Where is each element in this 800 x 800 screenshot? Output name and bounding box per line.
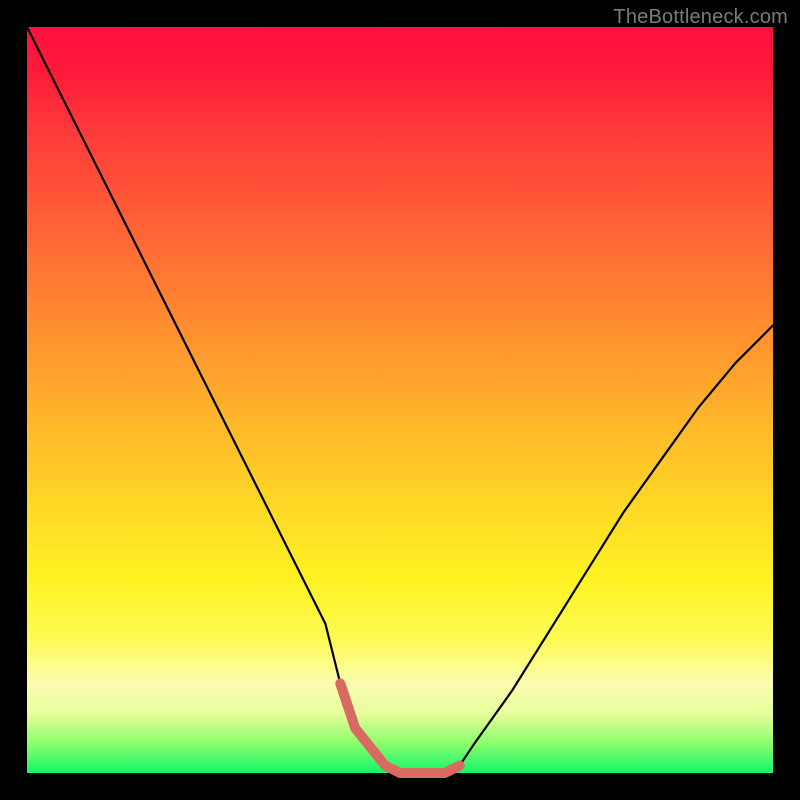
chart-svg	[27, 27, 773, 773]
plot-area	[27, 27, 773, 773]
flat-region-highlight	[340, 684, 459, 774]
chart-frame: TheBottleneck.com	[0, 0, 800, 800]
bottleneck-curve	[27, 27, 773, 773]
watermark-text: TheBottleneck.com	[613, 6, 788, 29]
